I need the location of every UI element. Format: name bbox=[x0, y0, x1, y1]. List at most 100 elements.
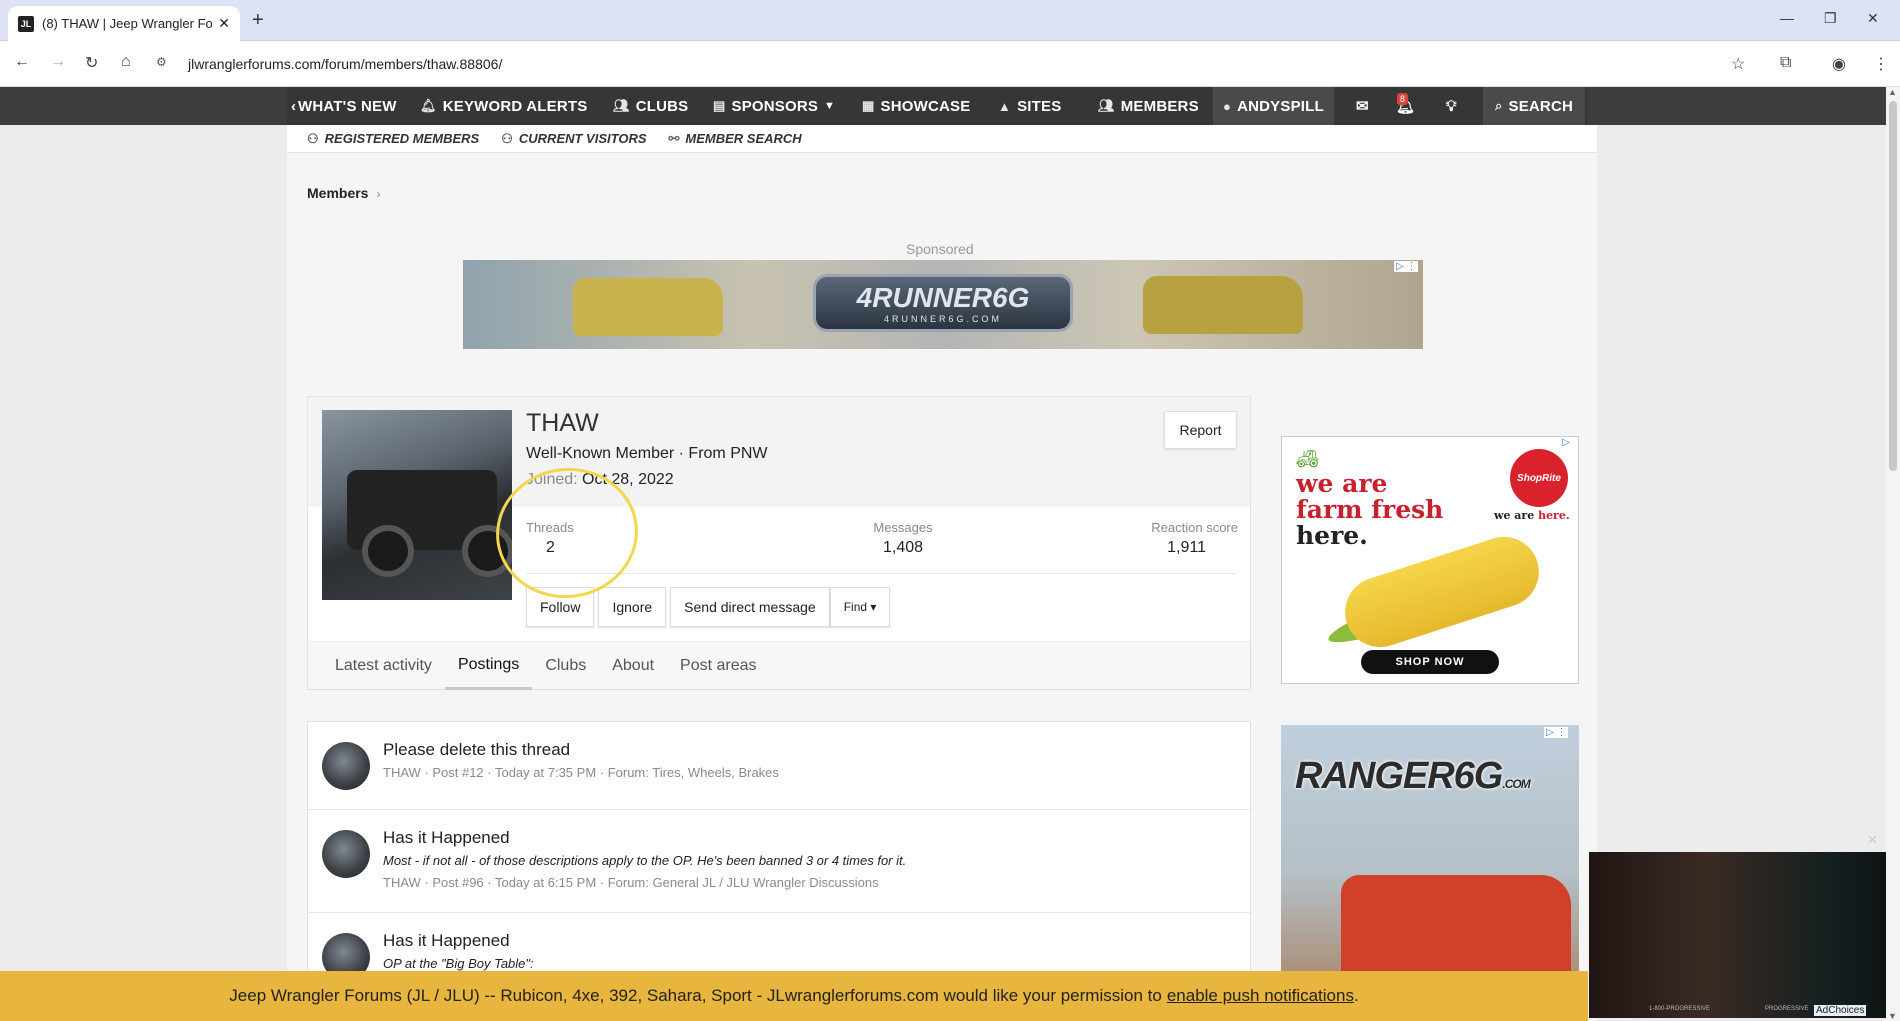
tab-about[interactable]: About bbox=[599, 642, 667, 690]
url-field[interactable]: ⚙ jlwranglerforums.com/forum/members/tha… bbox=[156, 49, 1756, 79]
scroll-down-icon[interactable]: ▼ bbox=[1888, 1011, 1897, 1021]
subnav-current-visitors[interactable]: ⚇ CURRENT VISITORS bbox=[501, 131, 646, 147]
site-info-icon[interactable]: ⚙ bbox=[156, 55, 174, 73]
jl-favicon-icon: JL bbox=[18, 15, 34, 32]
nav-clubs[interactable]: 👥︎ CLUBS bbox=[613, 87, 688, 125]
lightbulb-icon[interactable]: 💡︎ bbox=[1446, 87, 1457, 125]
nav-sites-label: SITES bbox=[1017, 97, 1062, 115]
post-meta: THAW · Post #12 · Today at 7:35 PM · For… bbox=[383, 765, 779, 780]
ad-info-icon[interactable]: ▷ bbox=[1560, 437, 1572, 448]
shop-now-button[interactable]: SHOP NOW bbox=[1361, 650, 1499, 674]
restore-icon[interactable]: ❐ bbox=[1824, 10, 1837, 27]
tab-search-icon[interactable]: ⧉ bbox=[1780, 54, 1791, 72]
chevron-right-icon: › bbox=[376, 187, 381, 201]
new-tab-icon[interactable]: + bbox=[252, 9, 264, 32]
forward-icon[interactable]: → bbox=[50, 53, 66, 71]
ad1-headline: we are farm fresh here. bbox=[1296, 469, 1444, 550]
banner-logo-sub: 4RUNNER6G.COM bbox=[883, 314, 1002, 324]
nav-sponsors[interactable]: ▤ SPONSORS bbox=[713, 87, 818, 125]
adchoices-link[interactable]: AdChoices bbox=[1814, 1005, 1867, 1016]
bell-icon: 🔔︎ bbox=[420, 98, 437, 113]
subnav-member-search[interactable]: ⚯ MEMBER SEARCH bbox=[669, 131, 802, 147]
report-button[interactable]: Report bbox=[1164, 411, 1237, 449]
tractor-icon: 🚜︎ bbox=[1296, 449, 1319, 469]
list-item[interactable]: Please delete this thread THAW · Post #1… bbox=[308, 722, 1250, 810]
members-icon: 👥︎ bbox=[1098, 98, 1115, 113]
sponsors-dropdown-icon[interactable]: ▼ bbox=[824, 87, 835, 125]
banner-vehicle-left bbox=[573, 278, 723, 336]
nav-search[interactable]: ⌕ SEARCH bbox=[1483, 87, 1586, 125]
scroll-up-icon[interactable]: ▲ bbox=[1888, 87, 1897, 97]
menu-kebab-icon[interactable]: ⋮ bbox=[1873, 54, 1889, 74]
profile-icon[interactable]: ◉ bbox=[1832, 54, 1846, 74]
tab-latest-activity[interactable]: Latest activity bbox=[322, 642, 445, 690]
nav-user-label: ANDYSPILL bbox=[1237, 97, 1324, 115]
profile-avatar[interactable] bbox=[322, 410, 512, 600]
avatar[interactable] bbox=[322, 742, 370, 790]
ad-info-icon[interactable]: ▷ ⋮ bbox=[1544, 727, 1569, 738]
nav-keyword-alerts[interactable]: 🔔︎ KEYWORD ALERTS bbox=[420, 87, 587, 125]
nav-sites[interactable]: ▲ SITES bbox=[998, 87, 1061, 125]
nav-keyword-alerts-label: KEYWORD ALERTS bbox=[442, 97, 588, 115]
nav-scroll-left-icon[interactable]: ‹ bbox=[291, 87, 296, 125]
breadcrumb[interactable]: Members › bbox=[307, 185, 380, 201]
enable-push-link[interactable]: enable push notifications bbox=[1167, 986, 1354, 1006]
video-ad-player[interactable]: 1-800-PROGRESSIVE PROGRESSIVE bbox=[1589, 852, 1886, 1018]
page-scrollbar[interactable]: ▲ ▼ bbox=[1886, 87, 1900, 1021]
post-meta: THAW · Post #96 · Today at 6:15 PM · For… bbox=[383, 875, 879, 890]
sites-icon: ▲ bbox=[998, 98, 1012, 114]
video-close-icon[interactable]: ✕ bbox=[1867, 832, 1878, 848]
nav-whats-new-label: WHAT'S NEW bbox=[298, 97, 397, 115]
bookmark-star-icon[interactable]: ☆ bbox=[1731, 54, 1745, 74]
video-caption-phone: 1-800-PROGRESSIVE bbox=[1649, 1006, 1711, 1012]
subnav-registered-members[interactable]: ⚇ REGISTERED MEMBERS bbox=[307, 131, 479, 147]
post-title[interactable]: Please delete this thread bbox=[383, 740, 570, 760]
stat-reaction-value: 1,911 bbox=[1167, 539, 1206, 556]
shoprite-logo: ShopRite bbox=[1510, 449, 1568, 507]
browser-tab-bar: JL (8) THAW | Jeep Wrangler Forum ✕ + — … bbox=[0, 0, 1900, 41]
stat-messages[interactable]: Messages 1,408 bbox=[828, 520, 978, 557]
stat-reaction-score[interactable]: Reaction score 1,911 bbox=[1118, 520, 1238, 557]
window-close-icon[interactable]: ✕ bbox=[1867, 10, 1879, 27]
shoprite-ad[interactable]: 🚜︎ we are farm fresh here. ShopRite we are… bbox=[1281, 436, 1579, 684]
post-snippet: OP at the "Big Boy Table": bbox=[383, 956, 534, 971]
users-icon: 👥︎ bbox=[613, 98, 630, 113]
ad-info-icon[interactable]: ▷ ⋮ bbox=[1394, 261, 1419, 272]
nav-whats-new[interactable]: WHAT'S NEW bbox=[298, 87, 397, 125]
browser-tab[interactable]: JL (8) THAW | Jeep Wrangler Forum ✕ bbox=[8, 6, 240, 41]
user-plus-icon: ⚇ bbox=[307, 130, 319, 146]
tab-close-icon[interactable]: ✕ bbox=[218, 15, 230, 32]
minimize-icon[interactable]: — bbox=[1780, 10, 1794, 26]
tab-title: (8) THAW | Jeep Wrangler Forum bbox=[42, 16, 213, 31]
nav-showcase-label: SHOWCASE bbox=[880, 97, 971, 115]
scroll-thumb[interactable] bbox=[1889, 101, 1897, 471]
nav-members[interactable]: 👥︎ MEMBERS bbox=[1098, 87, 1199, 125]
ignore-button[interactable]: Ignore bbox=[598, 587, 667, 627]
address-bar: ← → ↻ ⌂ ⚙ jlwranglerforums.com/forum/mem… bbox=[0, 41, 1900, 87]
tab-post-areas[interactable]: Post areas bbox=[667, 642, 769, 690]
banner-ad[interactable]: 4RUNNER6G 4RUNNER6G.COM bbox=[463, 260, 1423, 349]
members-subnav: ⚇ REGISTERED MEMBERS ⚇ CURRENT VISITORS ⚯ M… bbox=[287, 125, 1597, 153]
home-icon[interactable]: ⌂ bbox=[121, 53, 131, 71]
list-item[interactable]: Has it Happened Most - if not all - of t… bbox=[308, 810, 1250, 913]
ad1-tagline: we are here. bbox=[1494, 509, 1570, 522]
find-dropdown-button[interactable]: Find ▾ bbox=[829, 587, 891, 627]
inbox-icon[interactable]: ✉ bbox=[1356, 87, 1369, 125]
avatar[interactable] bbox=[322, 830, 370, 878]
stats-divider bbox=[526, 573, 1236, 574]
tab-postings[interactable]: Postings bbox=[444, 642, 533, 690]
profile-tabs: Latest activity Postings Clubs About Pos… bbox=[308, 641, 1250, 690]
tab-clubs[interactable]: Clubs bbox=[532, 642, 599, 690]
reload-icon[interactable]: ↻ bbox=[85, 53, 98, 73]
banner-vehicle-right bbox=[1143, 276, 1303, 334]
nav-showcase[interactable]: ▦ SHOWCASE bbox=[862, 87, 970, 125]
post-snippet: Most - if not all - of those description… bbox=[383, 853, 907, 868]
breadcrumb-members: Members bbox=[307, 185, 369, 201]
send-dm-button[interactable]: Send direct message bbox=[670, 587, 830, 627]
nav-clubs-label: CLUBS bbox=[635, 97, 689, 115]
nav-user-account[interactable]: ● ANDYSPILL bbox=[1213, 87, 1334, 125]
post-title[interactable]: Has it Happened bbox=[383, 931, 510, 951]
post-title[interactable]: Has it Happened bbox=[383, 828, 510, 848]
back-icon[interactable]: ← bbox=[14, 53, 30, 71]
grid-icon: ▦ bbox=[862, 98, 875, 113]
